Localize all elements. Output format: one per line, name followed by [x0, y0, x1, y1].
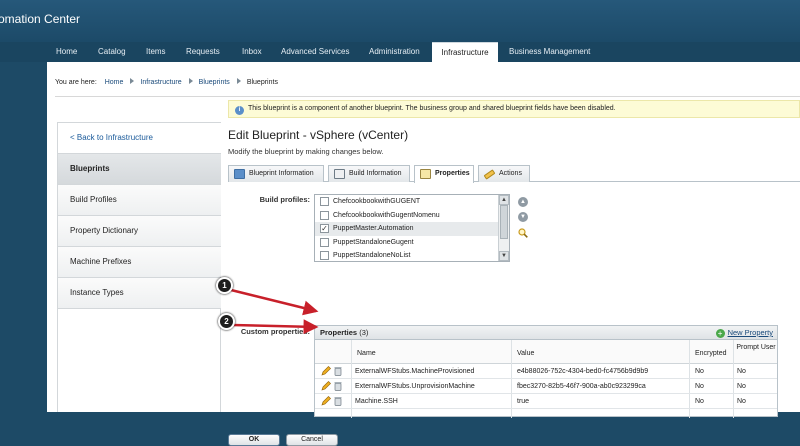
annotation-arrows — [230, 288, 319, 335]
callout-2: 2 — [218, 313, 235, 330]
cancel-button[interactable]: Cancel — [286, 434, 338, 446]
callout-arrow-1 — [230, 288, 319, 316]
callout-arrow-2 — [231, 319, 319, 335]
ok-button[interactable]: OK — [228, 434, 280, 446]
callout-1: 1 — [216, 277, 233, 294]
